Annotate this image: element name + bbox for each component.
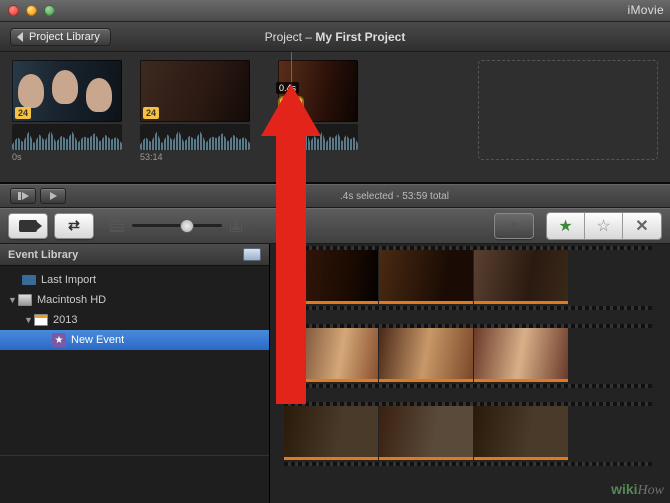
timeline-clip[interactable]: 24 53:14	[140, 60, 250, 178]
import-icon	[22, 275, 36, 285]
watermark: wikiHow	[611, 481, 664, 499]
camera-icon	[19, 220, 37, 232]
selection-status-text: .4s selected - 53:59 total	[340, 191, 449, 202]
reject-button[interactable]: ✕	[623, 213, 661, 239]
traffic-lights	[8, 5, 55, 16]
minimize-window-button[interactable]	[26, 5, 37, 16]
sidebar-footer	[0, 455, 269, 503]
event-library-sidebar: Event Library Last Import ▼ Macintosh HD…	[0, 244, 270, 503]
event-thumbnail[interactable]	[379, 328, 473, 382]
window-titlebar: iMovie	[0, 0, 670, 22]
rating-button-group: ★ ☆ ✕	[546, 212, 662, 240]
event-tree: Last Import ▼ Macintosh HD ▼ 2013 ★ New …	[0, 266, 269, 455]
swap-icon: ⇄	[68, 217, 80, 234]
audio-waveform[interactable]	[278, 124, 358, 150]
event-library-title: Event Library	[8, 249, 78, 261]
event-thumbnail[interactable]	[379, 406, 473, 460]
disclosure-triangle-icon[interactable]: ▼	[8, 295, 18, 305]
wand-icon: ✦	[508, 217, 520, 234]
favorite-button[interactable]: ★	[547, 213, 585, 239]
zoom-window-button[interactable]	[44, 5, 55, 16]
star-outline-icon: ☆	[596, 216, 610, 236]
audio-waveform[interactable]	[140, 124, 250, 150]
transition-icon[interactable]	[278, 96, 304, 122]
clip-timecode: 0s	[12, 152, 122, 162]
thumbnail-zoom-slider[interactable]	[132, 224, 222, 227]
event-thumbnail[interactable]	[474, 250, 568, 304]
project-toolbar: Project Library Project – My First Proje…	[0, 22, 670, 52]
event-thumbnail[interactable]	[284, 250, 378, 304]
event-thumbnail[interactable]	[474, 328, 568, 382]
play-fullscreen-button[interactable]	[10, 188, 36, 204]
fps-badge: 24	[15, 107, 31, 119]
bottom-panel: Event Library Last Import ▼ Macintosh HD…	[0, 244, 670, 503]
harddrive-icon	[18, 294, 32, 306]
disclosure-triangle-icon[interactable]: ▼	[24, 315, 34, 325]
project-title-prefix: Project –	[265, 30, 316, 44]
swap-layout-button[interactable]: ⇄	[54, 213, 94, 239]
event-thumbnail[interactable]	[284, 328, 378, 382]
tree-label: Macintosh HD	[37, 294, 106, 306]
event-clip-strip[interactable]	[284, 328, 670, 390]
tree-item-last-import[interactable]: Last Import	[0, 270, 269, 290]
import-camera-button[interactable]	[8, 213, 48, 239]
event-thumbnail[interactable]	[474, 406, 568, 460]
tree-item-drive[interactable]: ▼ Macintosh HD	[0, 290, 269, 310]
clip-thumbnail[interactable]: 24	[140, 60, 250, 122]
disk-icon	[243, 248, 261, 261]
fps-badge: 24	[143, 107, 159, 119]
star-filled-icon: ★	[558, 216, 572, 236]
main-toolbar: ⇄ ✦ ★ ☆ ✕	[0, 208, 670, 244]
project-library-button[interactable]: Project Library	[10, 28, 111, 46]
calendar-icon	[34, 314, 48, 326]
event-thumbnail[interactable]	[379, 250, 473, 304]
event-library-header: Event Library	[0, 244, 269, 266]
event-clip-strip[interactable]	[284, 250, 670, 312]
project-title-name: My First Project	[315, 30, 405, 44]
timeline-dropzone[interactable]	[478, 60, 658, 160]
project-title: Project – My First Project	[185, 30, 485, 44]
keyword-filter-button[interactable]: ✦	[494, 213, 534, 239]
clip-timecode: 3:53	[278, 152, 358, 162]
event-thumbnail[interactable]	[284, 406, 378, 460]
x-icon: ✕	[635, 216, 648, 236]
app-title: iMovie	[628, 3, 664, 17]
transition-duration-badge: 0.4s	[276, 82, 299, 94]
event-star-icon: ★	[52, 333, 66, 347]
tree-label: Last Import	[41, 274, 96, 286]
tree-label: New Event	[71, 334, 124, 346]
audio-waveform[interactable]	[12, 124, 122, 150]
close-window-button[interactable]	[8, 5, 19, 16]
clip-thumbnail[interactable]: 24	[12, 60, 122, 122]
event-browser[interactable]	[270, 244, 670, 503]
people-icon	[230, 220, 242, 232]
tree-label: 2013	[53, 314, 77, 326]
playback-status-bar: .4s selected - 53:59 total	[0, 184, 670, 208]
event-clip-strip[interactable]	[284, 406, 670, 468]
play-button[interactable]	[40, 188, 66, 204]
project-timeline[interactable]: 0.4s 24 0s 24 53:14 24 3:53	[0, 52, 670, 182]
unrate-button[interactable]: ☆	[585, 213, 623, 239]
filmstrip-icon	[110, 220, 124, 232]
tree-item-event[interactable]: ★ New Event	[0, 330, 269, 350]
clip-timecode: 53:14	[140, 152, 250, 162]
tree-item-year[interactable]: ▼ 2013	[0, 310, 269, 330]
timeline-clip[interactable]: 24 0s	[12, 60, 122, 178]
